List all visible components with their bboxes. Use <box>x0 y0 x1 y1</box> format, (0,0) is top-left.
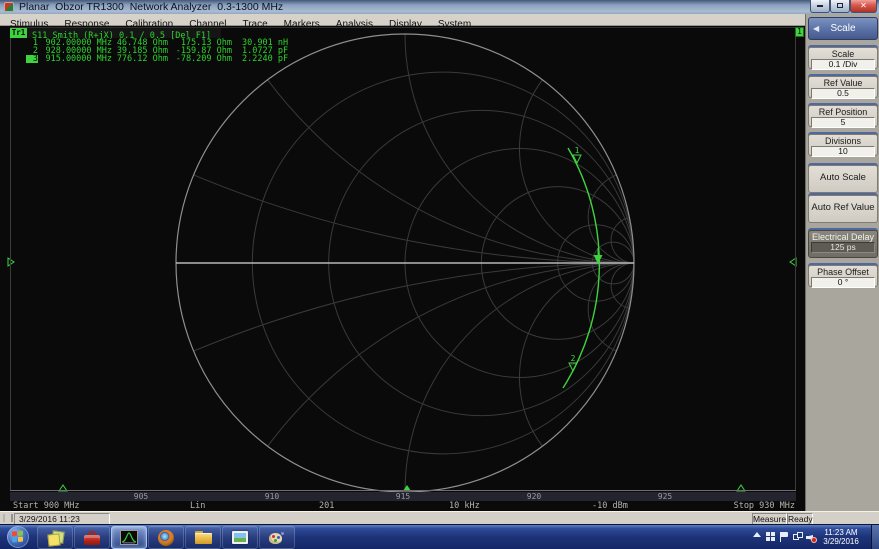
electrical-delay-button[interactable]: Electrical Delay125 ps <box>808 230 878 258</box>
reactance-arc <box>520 80 634 263</box>
taskbar-app-photo-viewer[interactable] <box>222 526 258 549</box>
ref-position-arrow-left <box>8 258 14 266</box>
maximize-icon <box>837 3 843 8</box>
auto-ref-value-button[interactable]: Auto Ref Value <box>808 195 878 223</box>
start-frequency-label: Start 900 MHz <box>13 502 80 511</box>
softkey-label: Scale <box>811 49 875 59</box>
power-label: -10 dBm <box>592 502 628 511</box>
network-icon[interactable] <box>793 532 803 541</box>
taskbar-app-paint[interactable] <box>259 526 295 549</box>
ref-value-button[interactable]: Ref Value0.5 <box>808 76 878 98</box>
softkey-label: Ref Position <box>811 107 875 117</box>
softkey-label: Divisions <box>811 136 875 146</box>
toolbox-icon <box>84 531 100 545</box>
minimize-button[interactable] <box>810 0 830 13</box>
softkey-label: Auto Scale <box>820 173 866 183</box>
sweep-status-line: Start 900 MHz Lin 201 10 kHz -10 dBm Sto… <box>0 502 805 511</box>
photo-viewer-icon <box>232 531 248 544</box>
windows-icon[interactable] <box>766 532 775 541</box>
frequency-tick-label: 925 <box>658 492 672 501</box>
start-button[interactable] <box>7 526 29 548</box>
softkey-value: 0.1 /Div <box>811 59 875 70</box>
divisions-button[interactable]: Divisions10 <box>808 134 878 156</box>
taskbar-app-sticky-notes[interactable] <box>37 526 73 549</box>
ref-position-button[interactable]: Ref Position5 <box>808 105 878 127</box>
stop-frequency-label: Stop 930 MHz <box>734 502 795 511</box>
explorer-icon <box>195 531 212 544</box>
marker-num: 3 <box>26 55 38 63</box>
marker-res: 776.12 Ohm <box>116 55 168 63</box>
trace-status-bar[interactable]: Tr1S11 Smith (R+jX) 0.1 / 0.5 [Del F1] <box>10 28 221 38</box>
scale-button[interactable]: Scale0.1 /Div <box>808 47 878 69</box>
if-bandwidth-label: 10 kHz <box>449 502 480 511</box>
scale-menu-header[interactable]: ◀ Scale <box>808 17 878 40</box>
frequency-tick-label: 920 <box>527 492 541 501</box>
flag-icon[interactable] <box>780 532 790 542</box>
smith-chart: 12 <box>0 26 805 511</box>
marker-readout-table: 1902.00000 MHz46.748 Ohm175.13 Ohm30.901… <box>26 39 296 63</box>
taskbar-app-toolbox[interactable] <box>74 526 110 549</box>
softkey-value: 5 <box>811 117 875 128</box>
plot-frame-left <box>10 28 11 490</box>
windows-logo-icon <box>12 531 23 543</box>
taskbar: 11:23 AM 3/29/2016 <box>0 524 879 549</box>
title-bar: Planar Obzor TR1300 Network Analyzer 0.3… <box>0 0 879 14</box>
marker-readout-row: 3 915.00000 MHz 776.12 Ohm -78.209 Ohm 2.224… <box>26 55 296 63</box>
sticky-notes-icon <box>48 531 63 545</box>
status-bar: 3/29/2016 11:23 Measure Ready <box>0 511 879 524</box>
plot-frame-bottom <box>10 490 796 491</box>
clock-date: 3/29/2016 <box>816 537 866 546</box>
grip-icon <box>3 514 13 522</box>
channel-indicator: 1 <box>795 27 804 37</box>
network-analyzer-icon <box>120 530 138 545</box>
plot-frame-right <box>795 28 796 490</box>
clock-time: 11:23 AM <box>816 528 866 537</box>
window-title: Planar Obzor TR1300 Network Analyzer 0.3… <box>19 1 283 13</box>
softkey-panel-title: Scale <box>830 23 855 34</box>
volume-muted-icon[interactable] <box>806 532 816 542</box>
softkey-value: 125 ps <box>811 242 875 253</box>
frequency-tick-label: 910 <box>265 492 279 501</box>
softkey-panel: ◀ Scale Scale0.1 /DivRef Value0.5Ref Pos… <box>805 14 879 524</box>
phase-offset-button[interactable]: Phase Offset0 ° <box>808 265 878 287</box>
firefox-icon <box>158 530 174 546</box>
hidden-icons-arrow-icon[interactable] <box>753 532 761 537</box>
softkey-label: Auto Ref Value <box>811 203 874 213</box>
frequency-tick-label: 915 <box>396 492 410 501</box>
marker-freq: 915.00000 MHz <box>42 55 112 63</box>
marker-react: -78.209 Ohm <box>172 55 232 63</box>
softkey-label: Ref Value <box>811 78 875 88</box>
maximize-button[interactable] <box>830 0 850 13</box>
back-arrow-icon: ◀ <box>813 18 819 39</box>
auto-scale-button[interactable]: Auto Scale <box>808 165 878 193</box>
softkey-value: 10 <box>811 146 875 157</box>
screen: Planar Obzor TR1300 Network Analyzer 0.3… <box>0 0 879 549</box>
marker-2-label: 2 <box>571 354 576 363</box>
softkey-label: Electrical Delay <box>811 232 875 242</box>
close-button[interactable]: ✕ <box>850 0 877 13</box>
points-label: 201 <box>319 502 334 511</box>
plot-area: 12 Tr1S11 Smith (R+jX) 0.1 / 0.5 [Del F1… <box>0 26 805 511</box>
reactance-arc <box>520 263 634 446</box>
taskbar-app-explorer[interactable] <box>185 526 221 549</box>
close-icon: ✕ <box>860 1 867 10</box>
minimize-icon <box>817 5 823 7</box>
marker-equiv: 2.2240 pF <box>238 55 296 63</box>
paint-icon <box>269 531 285 545</box>
taskbar-clock[interactable]: 11:23 AM 3/29/2016 <box>816 528 866 546</box>
frequency-ruler[interactable]: 905 910 915 920 925 <box>10 492 796 501</box>
sweep-type-label: Lin <box>190 502 205 511</box>
taskbar-app-network-analyzer[interactable] <box>111 526 147 549</box>
app-icon <box>4 2 14 12</box>
frequency-tick-label: 905 <box>134 492 148 501</box>
show-desktop-button[interactable] <box>871 525 879 549</box>
softkey-value: 0.5 <box>811 88 875 99</box>
marker-1-label: 1 <box>575 146 580 155</box>
menu-bar: StimulusResponseCalibrationChannelTraceM… <box>0 14 805 26</box>
softkey-label: Phase Offset <box>811 267 875 277</box>
trace-label-badge[interactable]: Tr1 <box>10 28 27 38</box>
taskbar-app-firefox[interactable] <box>148 526 184 549</box>
softkey-value: 0 ° <box>811 277 875 288</box>
